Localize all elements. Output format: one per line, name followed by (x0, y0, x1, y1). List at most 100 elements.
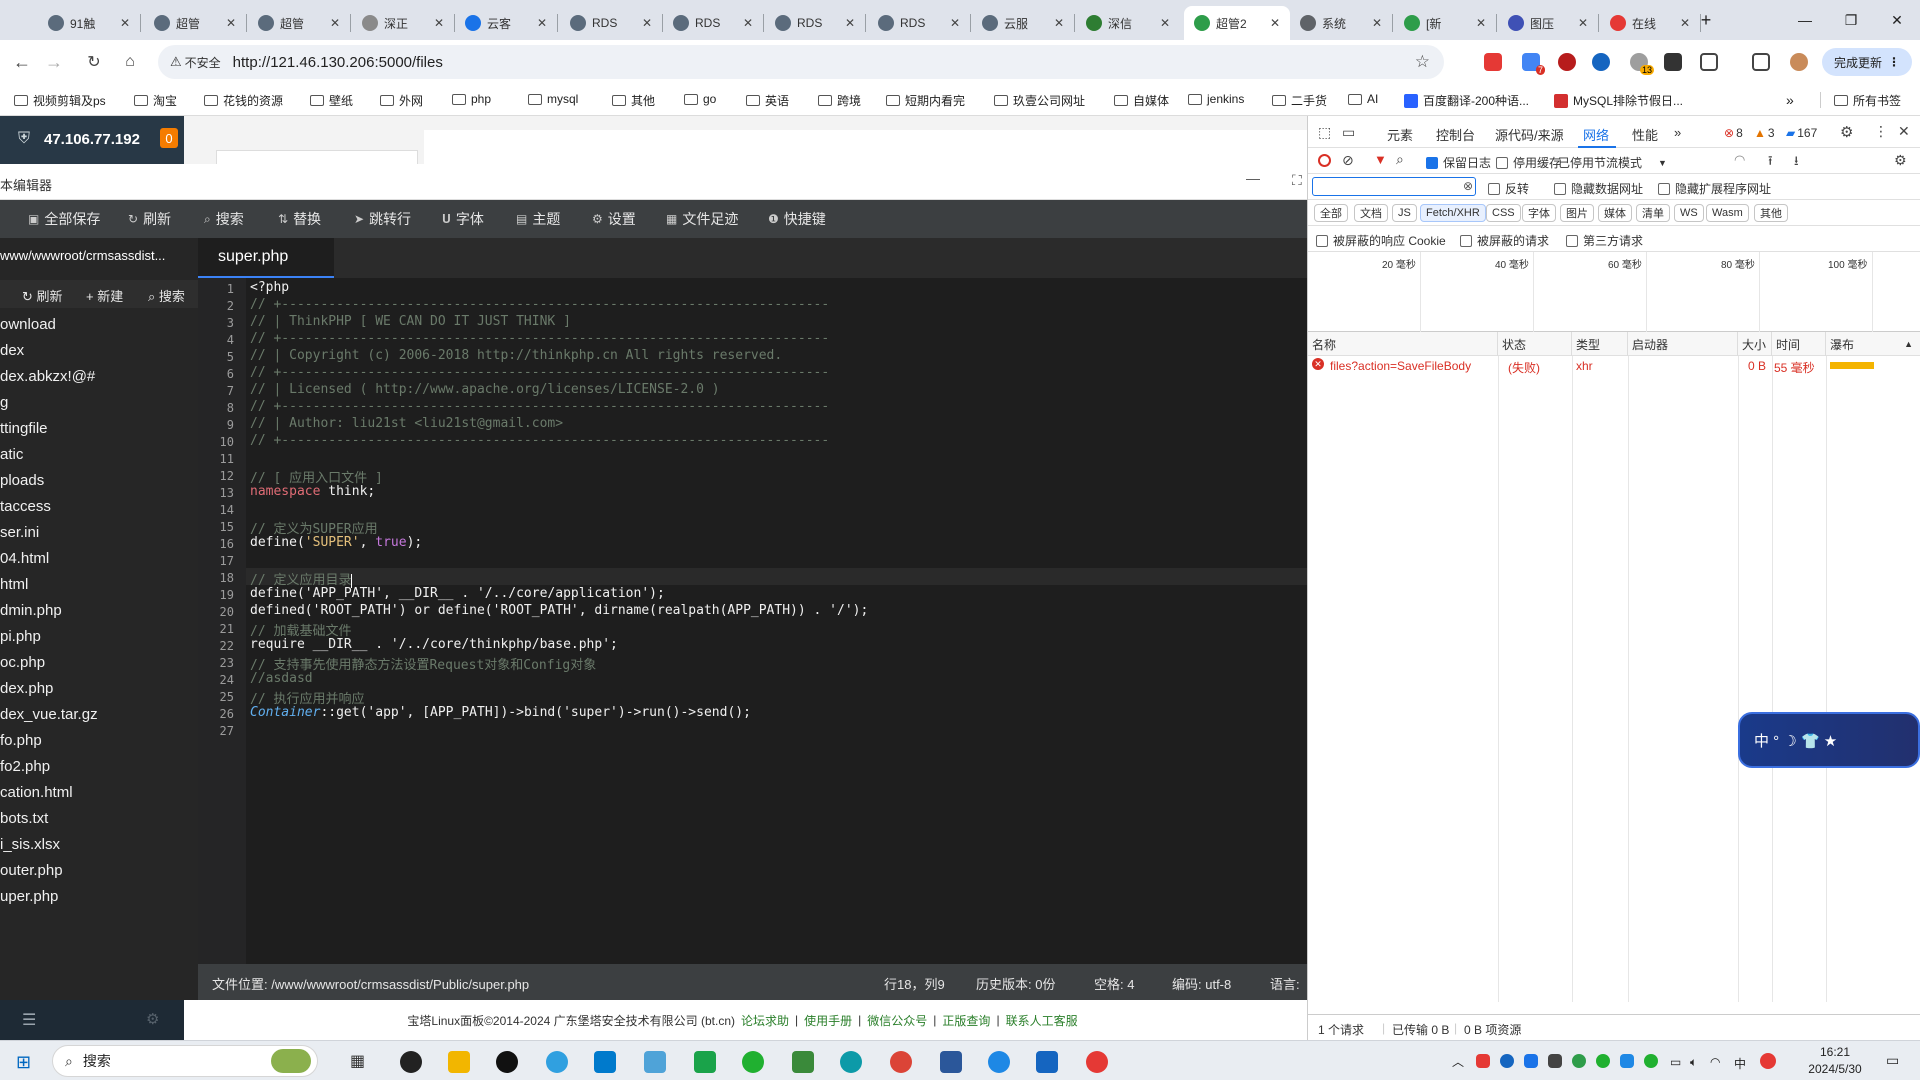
kebab-menu-icon[interactable]: ⋮ (1874, 123, 1888, 140)
bookmark-item[interactable]: 淘宝 (134, 92, 177, 109)
browser-tab[interactable]: 超管 ✕ (248, 6, 350, 40)
window-close-button[interactable]: ✕ (1874, 6, 1920, 34)
sidebar-new-button[interactable]: + 新建 (86, 286, 123, 305)
file-tree-item[interactable]: pi.php (0, 628, 41, 645)
blocked-requests-checkbox[interactable]: 被屏蔽的请求 (1460, 232, 1549, 249)
not-secure-indicator[interactable]: ⚠ 不安全 (170, 54, 221, 71)
file-tree-item[interactable]: taccess (0, 498, 51, 515)
bookmarks-overflow-button[interactable]: » (1786, 92, 1794, 108)
tab-close-icon[interactable]: ✕ (1270, 16, 1280, 30)
footer-link-manual[interactable]: 使用手册 (804, 1012, 852, 1029)
window-minimize-button[interactable]: — (1782, 6, 1828, 34)
tab-close-icon[interactable]: ✕ (226, 16, 236, 30)
taskbar-clock-time[interactable]: 16:21 (1800, 1045, 1870, 1059)
error-count[interactable]: ⊗ 8 (1724, 126, 1743, 140)
blocked-cookies-checkbox[interactable]: 被屏蔽的响应 Cookie (1316, 232, 1446, 249)
taskbar-chrome-icon[interactable] (890, 1051, 912, 1073)
file-tree-item[interactable]: ownload (0, 316, 56, 333)
filter-input[interactable]: ⊗ (1312, 177, 1476, 196)
column-size[interactable]: 大小 (1738, 332, 1772, 356)
devtools-tab-elements[interactable]: 元素 (1387, 125, 1413, 144)
file-tree-item[interactable]: 04.html (0, 550, 49, 567)
file-tree-item[interactable]: dmin.php (0, 602, 62, 619)
tray-icon-6[interactable] (1620, 1054, 1634, 1068)
browser-tab[interactable]: RDS ✕ (663, 6, 763, 40)
bookmark-item[interactable]: 二手货 (1272, 92, 1327, 109)
chip-media[interactable]: 媒体 (1598, 204, 1632, 222)
footer-link-wechat[interactable]: 微信公众号 (867, 1012, 927, 1029)
goto-line-button[interactable]: ➤ 跳转行 (354, 200, 411, 238)
tray-icon-4[interactable] (1548, 1054, 1562, 1068)
wifi-icon[interactable]: ◠ (1734, 152, 1745, 168)
tray-wechat-icon[interactable] (1596, 1054, 1610, 1068)
taskbar-file-explorer-icon[interactable] (448, 1051, 470, 1073)
tab-close-icon[interactable]: ✕ (845, 16, 855, 30)
back-button[interactable]: ← (10, 50, 34, 74)
tab-super-php[interactable]: super.php (198, 238, 334, 278)
bookmark-item[interactable]: MySQL排除节假日... (1554, 92, 1683, 109)
tab-close-icon[interactable]: ✕ (120, 16, 130, 30)
extension-1-icon[interactable] (1484, 53, 1502, 71)
refresh-button[interactable]: ↻ 刷新 (128, 200, 171, 238)
file-tree-item[interactable]: dex (0, 342, 24, 359)
tab-close-icon[interactable]: ✕ (1054, 16, 1064, 30)
tab-close-icon[interactable]: ✕ (330, 16, 340, 30)
bookmark-item[interactable]: 其他 (612, 92, 655, 109)
devtools-tab-performance[interactable]: 性能 (1632, 125, 1658, 144)
devtools-tab-console[interactable]: 控制台 (1436, 125, 1475, 144)
tray-icon-5[interactable] (1572, 1054, 1586, 1068)
file-encoding[interactable]: 编码: utf-8 (1172, 974, 1231, 993)
devtools-tab-network[interactable]: 网络 (1583, 125, 1609, 144)
notification-badge[interactable]: 0 (160, 128, 178, 148)
file-tree-item[interactable]: uper.php (0, 888, 58, 905)
indent-spaces[interactable]: 空格: 4 (1094, 974, 1134, 993)
sidebar-search-button[interactable]: ⌕ 搜索 (148, 286, 185, 305)
bookmark-item[interactable]: 英语 (746, 92, 789, 109)
file-history-button[interactable]: ▦ 文件足迹 (666, 200, 738, 238)
bookmark-item[interactable]: 外网 (380, 92, 423, 109)
forward-button[interactable]: → (42, 50, 66, 74)
tab-close-icon[interactable]: ✕ (537, 16, 547, 30)
taskbar-maps-icon[interactable] (988, 1051, 1010, 1073)
third-party-checkbox[interactable]: 第三方请求 (1566, 232, 1643, 249)
ime-indicator[interactable]: 中 (1734, 1055, 1746, 1072)
network-icon[interactable]: ▭ (1670, 1055, 1681, 1069)
file-tree-item[interactable]: dex_vue.tar.gz (0, 706, 98, 723)
file-tree-item[interactable]: outer.php (0, 862, 63, 879)
address-bar[interactable]: ⚠ 不安全 http://121.46.130.206:5000/files ☆ (158, 45, 1444, 79)
chip-other[interactable]: 其他 (1754, 204, 1788, 222)
save-all-button[interactable]: ▣ 全部保存 (28, 200, 100, 238)
gear-icon[interactable]: ⚙ (1894, 152, 1907, 169)
column-status[interactable]: 状态 (1498, 332, 1572, 356)
bookmark-item[interactable]: go (684, 92, 716, 106)
taskbar-sheets-icon[interactable] (694, 1051, 716, 1073)
wifi-icon[interactable]: ◠ (1710, 1055, 1720, 1069)
footer-link-support[interactable]: 联系人工客服 (1006, 1012, 1078, 1029)
bookmark-item[interactable]: 视频剪辑及ps (14, 92, 106, 109)
windows-start-icon[interactable]: ⊞ (16, 1052, 31, 1073)
chip-fetch-xhr[interactable]: Fetch/XHR (1420, 204, 1486, 222)
browser-tab[interactable]: RDS ✕ (765, 6, 865, 40)
column-initiator[interactable]: 启动器 (1628, 332, 1738, 356)
new-tab-button[interactable]: + (1692, 6, 1720, 34)
reload-button[interactable]: ↻ (82, 50, 106, 74)
bookmark-star-icon[interactable]: ☆ (1415, 52, 1430, 72)
chip-wasm[interactable]: Wasm (1706, 204, 1749, 222)
all-bookmarks-button[interactable]: 所有书签 (1834, 92, 1901, 109)
minimize-editor-icon[interactable]: — (1246, 170, 1260, 186)
search-icon[interactable]: ⌕ (1396, 151, 1404, 168)
hide-extension-urls-checkbox[interactable]: 隐藏扩展程序网址 (1658, 180, 1771, 197)
bookmark-item[interactable]: jenkins (1188, 92, 1244, 106)
volume-icon[interactable]: 🔈︎ (1690, 1055, 1697, 1070)
file-tree-item[interactable]: i_sis.xlsx (0, 836, 60, 853)
shortcuts-button[interactable]: ❶ 快捷键 (768, 200, 826, 238)
tab-close-icon[interactable]: ✕ (743, 16, 753, 30)
browser-tab[interactable]: 在线 ✕ (1600, 6, 1700, 40)
tray-icon-1[interactable] (1476, 1054, 1490, 1068)
footer-link-forum[interactable]: 论坛求助 (741, 1012, 789, 1029)
bookmark-item[interactable]: mysql (528, 92, 578, 106)
extension-2-icon[interactable]: 7 (1522, 53, 1545, 75)
tab-close-icon[interactable]: ✕ (1680, 16, 1690, 30)
file-tree-item[interactable]: dex.php (0, 680, 53, 697)
fullscreen-editor-icon[interactable]: ⛶ (1292, 172, 1302, 189)
